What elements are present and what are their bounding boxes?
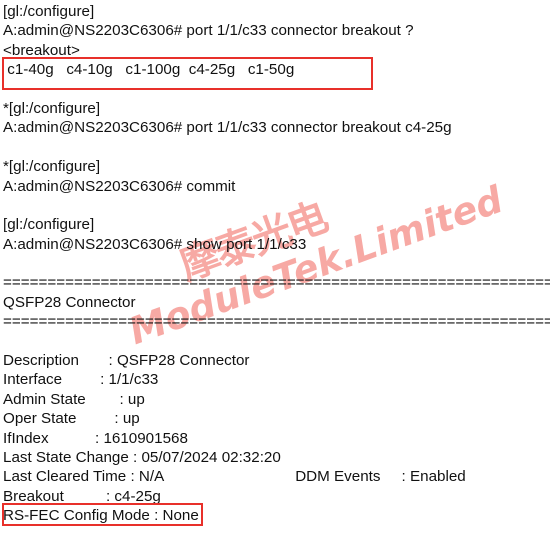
field-rs-fec-config-mode: RS-FEC Config Mode : None [3, 507, 199, 525]
section-title: QSFP28 Connector [3, 293, 136, 311]
field-ddm-events: DDM Events : Enabled [295, 468, 466, 486]
command-line-1: A:admin@NS2203C6306# port 1/1/c33 connec… [3, 22, 414, 40]
breakout-options-line: c1-40g c4-10g c1-100g c4-25g c1-50g [3, 61, 295, 79]
prompt-context-line-1: [gl:/configure] [3, 3, 95, 20]
command-line-3-commit: A:admin@NS2203C6306# commit [3, 177, 236, 195]
separator-line-bottom: ========================================… [3, 313, 550, 331]
field-breakout: Breakout : c4-25g [3, 487, 161, 505]
command-line-4-show-port: A:admin@NS2203C6306# show port 1/1/c33 [3, 235, 307, 253]
field-admin-state: Admin State : up [3, 390, 145, 408]
separator-line-top: ========================================… [3, 274, 550, 292]
field-last-cleared-time-row: Last Cleared Time : N/A DDM Events : Enab… [3, 467, 550, 486]
prompt-context-line-2: *[gl:/configure] [3, 99, 101, 117]
field-last-state-change: Last State Change : 05/07/2024 02:32:20 [3, 448, 281, 466]
help-header-line: <breakout> [3, 41, 80, 59]
terminal-output[interactable]: [gl:/configure] A:admin@NS2203C6306# por… [0, 0, 550, 526]
field-interface: Interface : 1/1/c33 [3, 371, 159, 389]
field-last-cleared-time: Last Cleared Time : N/A [3, 468, 165, 486]
field-description: Description : QSFP28 Connector [3, 352, 250, 370]
field-ifindex: IfIndex : 1610901568 [3, 429, 188, 447]
terminal-screenshot: 摩泰光电 ModuleTek.Limited [gl:/configure] A… [0, 0, 550, 555]
field-oper-state: Oper State : up [3, 410, 140, 428]
prompt-context-line-4: [gl:/configure] [3, 216, 95, 234]
command-line-2: A:admin@NS2203C6306# port 1/1/c33 connec… [3, 119, 452, 137]
prompt-context-line-3: *[gl:/configure] [3, 158, 101, 176]
